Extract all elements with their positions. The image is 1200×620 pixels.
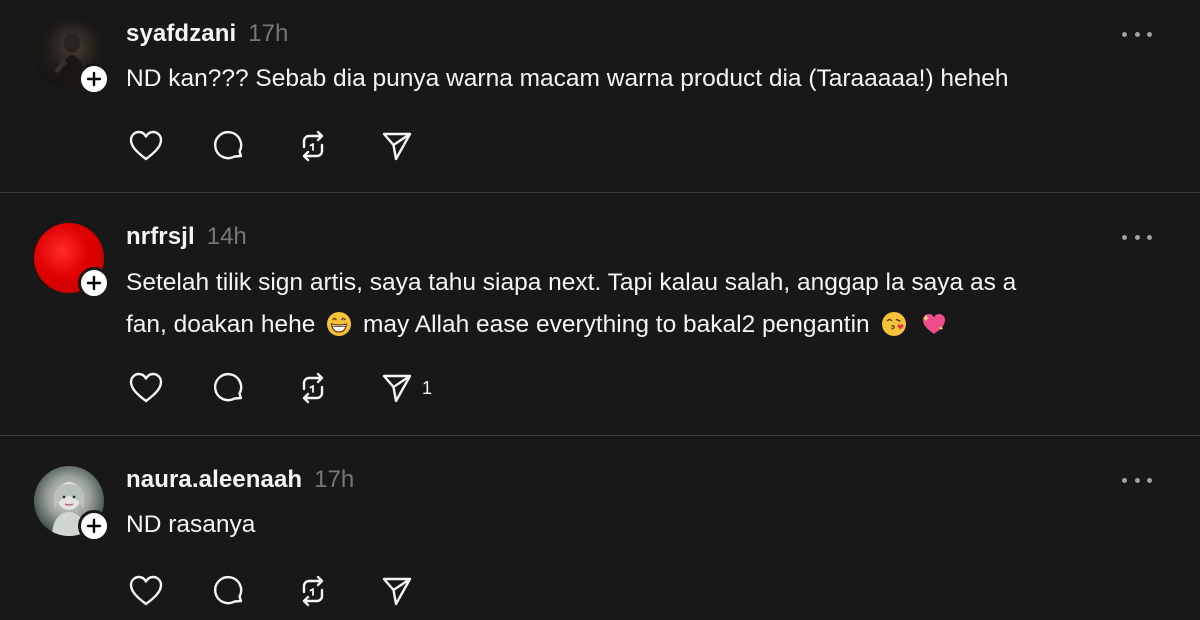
- plus-icon: [86, 71, 102, 87]
- grinning-face-emoji: [327, 312, 352, 336]
- reply-button[interactable]: [212, 573, 296, 609]
- post-header: naura.aleenaah 17h: [126, 466, 354, 494]
- timestamp[interactable]: 17h: [314, 466, 354, 494]
- post-text-segment: may Allah ease everything to bakal2 peng…: [363, 311, 870, 338]
- sparkling-heart-emoji: [923, 314, 946, 334]
- plus-icon: [86, 275, 102, 291]
- action-bar: [128, 128, 464, 164]
- plus-icon: [86, 518, 102, 534]
- username[interactable]: nrfrsjl: [126, 223, 195, 251]
- post-text-line: Setelah tilik sign artis, saya tahu siap…: [126, 269, 1017, 296]
- comment-icon: [213, 130, 243, 160]
- reply-button[interactable]: [212, 370, 296, 406]
- post: naura.aleenaah 17h ND rasanya: [0, 436, 1200, 620]
- reply-button[interactable]: [212, 128, 296, 164]
- heart-icon: [129, 130, 163, 161]
- like-button[interactable]: [128, 573, 212, 609]
- action-bar: 1: [128, 370, 464, 406]
- post-text-line: fan, doakan hehe may Allah ease everythi…: [126, 304, 1156, 346]
- post-text-segment: fan, doakan hehe: [126, 311, 316, 338]
- repost-icon: [302, 575, 324, 607]
- action-bar: [128, 573, 464, 609]
- comment-icon: [213, 372, 243, 402]
- send-icon: [382, 577, 412, 606]
- post-text: ND kan??? Sebab dia punya warna macam wa…: [126, 65, 1009, 92]
- like-button[interactable]: [128, 128, 212, 164]
- follow-button[interactable]: [78, 267, 110, 299]
- share-button[interactable]: 1: [380, 370, 464, 406]
- timestamp[interactable]: 17h: [248, 20, 288, 48]
- threads-feed: syafdzani 17h ND kan??? Sebab dia punya …: [0, 0, 1200, 620]
- username[interactable]: naura.aleenaah: [126, 466, 302, 494]
- share-button[interactable]: [380, 573, 464, 609]
- post: syafdzani 17h ND kan??? Sebab dia punya …: [0, 0, 1200, 192]
- heart-icon: [129, 372, 163, 403]
- repost-icon: [302, 130, 324, 162]
- repost-icon: [302, 372, 324, 404]
- avatar-container[interactable]: [34, 19, 110, 95]
- repost-button[interactable]: [296, 573, 380, 609]
- post: nrfrsjl 14h Setelah tilik sign artis, sa…: [0, 193, 1200, 435]
- more-options-icon[interactable]: [1122, 470, 1152, 490]
- comment-icon: [213, 575, 243, 605]
- more-options-icon[interactable]: [1122, 227, 1152, 247]
- like-button[interactable]: [128, 370, 212, 406]
- timestamp[interactable]: 14h: [207, 223, 247, 251]
- share-button[interactable]: [380, 128, 464, 164]
- post-header: syafdzani 17h: [126, 20, 288, 48]
- post-text: Setelah tilik sign artis, saya tahu siap…: [126, 262, 1156, 346]
- avatar-container[interactable]: [34, 466, 110, 542]
- avatar-container[interactable]: [34, 223, 110, 299]
- heart-icon: [129, 575, 163, 606]
- username[interactable]: syafdzani: [126, 20, 236, 48]
- face-blowing-kiss-emoji: [881, 312, 906, 336]
- repost-button[interactable]: [296, 370, 380, 406]
- follow-button[interactable]: [78, 510, 110, 542]
- more-options-icon[interactable]: [1122, 24, 1152, 44]
- send-icon: [382, 132, 412, 161]
- post-text: ND rasanya: [126, 511, 256, 538]
- post-header: nrfrsjl 14h: [126, 223, 247, 251]
- share-count: 1: [422, 377, 433, 398]
- repost-button[interactable]: [296, 128, 380, 164]
- send-icon: [382, 374, 412, 403]
- follow-button[interactable]: [78, 63, 110, 95]
